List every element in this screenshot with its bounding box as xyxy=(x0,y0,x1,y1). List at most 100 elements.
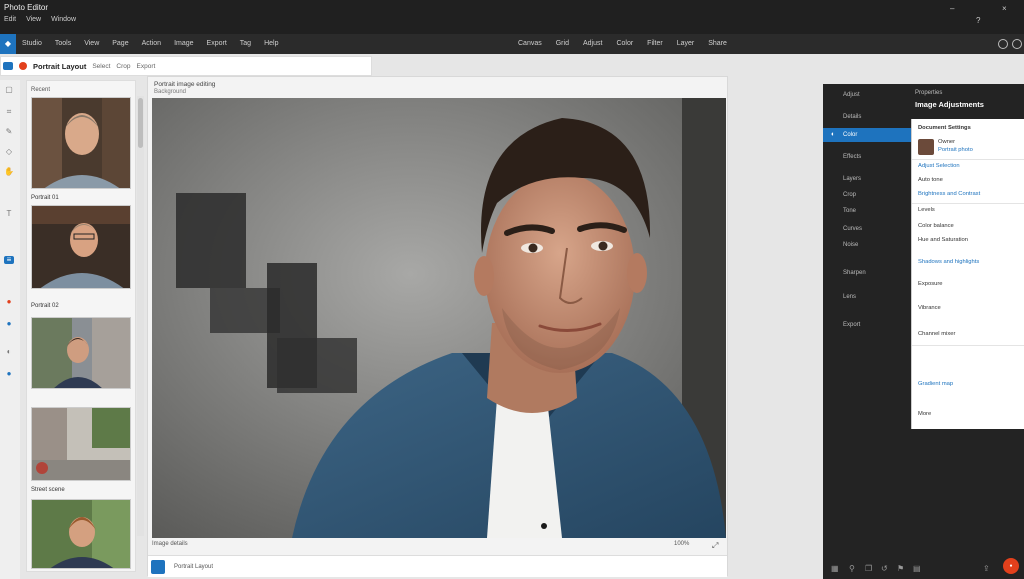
adjust-icon: ◐ xyxy=(831,131,836,138)
divider xyxy=(912,345,1024,346)
title-tab[interactable]: Edit xyxy=(4,16,16,23)
setting-link[interactable]: Gradient map xyxy=(918,381,953,387)
record-icon[interactable] xyxy=(19,62,27,70)
menu-item[interactable]: Image xyxy=(174,40,193,47)
nav-item[interactable]: Crop xyxy=(823,188,911,202)
info-icon[interactable]: ● xyxy=(4,320,14,328)
footer-text: Portrait Layout xyxy=(174,564,214,570)
title-tab[interactable]: View xyxy=(26,16,41,23)
setting-item[interactable]: Channel mixer xyxy=(918,331,955,337)
thumbnail-5[interactable] xyxy=(31,499,131,569)
menu-item[interactable]: Action xyxy=(142,40,161,47)
layer-thumb-icon[interactable] xyxy=(151,560,165,574)
owner-label: Owner xyxy=(938,139,956,145)
menu-item[interactable]: Help xyxy=(264,40,278,47)
pin-icon[interactable]: ⚲ xyxy=(849,564,855,573)
nav-item[interactable]: Export xyxy=(823,318,911,332)
minimize-icon[interactable]: – xyxy=(950,4,954,13)
menu-item[interactable]: Tag xyxy=(240,40,251,47)
menu-left: Studio Tools View Page Action Image Expo… xyxy=(22,40,278,47)
canvas-footer: Portrait Layout xyxy=(148,555,727,577)
hand-tool-icon[interactable]: ✋ xyxy=(4,168,14,176)
setting-item[interactable]: More xyxy=(918,411,931,417)
nav-item-active[interactable]: ◐ Color xyxy=(823,128,911,142)
share-icon[interactable]: ⇪ xyxy=(983,564,990,573)
setting-item[interactable]: Auto tone xyxy=(918,177,943,183)
toolbar-item[interactable]: Select xyxy=(92,63,110,70)
menu-item[interactable]: Layer xyxy=(677,40,695,47)
setting-link[interactable]: Brightness and Contrast xyxy=(918,191,980,197)
toggle-icon[interactable] xyxy=(3,62,13,70)
copy-icon[interactable]: ❐ xyxy=(865,564,872,573)
zoom-tool-icon[interactable]: ● xyxy=(4,370,14,378)
setting-item[interactable]: Hue and Saturation xyxy=(918,237,968,243)
setting-link[interactable]: Shadows and highlights xyxy=(918,259,979,265)
fit-icon[interactable]: ⤢ xyxy=(712,541,718,551)
menu-item[interactable]: Grid xyxy=(556,40,569,47)
thumbnail-label: Portrait 02 xyxy=(31,303,59,309)
help-icon[interactable]: ? xyxy=(976,16,980,25)
setting-item[interactable]: Exposure xyxy=(918,281,943,287)
nav-item[interactable]: Layers xyxy=(823,172,911,186)
select-tool-icon[interactable]: ▢ xyxy=(4,86,14,94)
menu-item[interactable]: Share xyxy=(708,40,727,47)
menu-item[interactable]: Canvas xyxy=(518,40,542,47)
app-logo-icon[interactable]: ◆ xyxy=(0,34,16,54)
panel-title: Image Adjustments xyxy=(915,100,984,109)
alert-icon[interactable]: ● xyxy=(4,298,14,306)
menu-item[interactable]: Color xyxy=(616,40,633,47)
menu-item[interactable]: Export xyxy=(207,40,227,47)
thumbnail-2[interactable] xyxy=(31,205,131,289)
toolbar-item[interactable]: Export xyxy=(137,63,156,70)
grid-icon[interactable]: ▦ xyxy=(831,564,839,573)
nav-item[interactable]: Sharpen xyxy=(823,266,911,280)
setting-item[interactable]: Color balance xyxy=(918,223,954,229)
menu-item[interactable]: Page xyxy=(112,40,128,47)
menu-item[interactable]: Filter xyxy=(647,40,663,47)
menu-item[interactable]: Adjust xyxy=(583,40,602,47)
owner-link[interactable]: Portrait photo xyxy=(938,147,973,153)
layers-tool-icon[interactable]: ≡ xyxy=(4,256,14,264)
eraser-tool-icon[interactable]: ◇ xyxy=(4,148,14,156)
toolbar-title: Portrait Layout xyxy=(33,61,87,71)
thumbnail-4[interactable] xyxy=(31,407,131,481)
flag-icon[interactable]: ⚑ xyxy=(897,564,904,573)
crop-tool-icon[interactable]: ⌗ xyxy=(4,108,14,116)
trash-icon[interactable]: ▤ xyxy=(913,564,921,573)
nav-item[interactable]: Lens xyxy=(823,290,911,304)
menu-item[interactable]: Studio xyxy=(22,40,42,47)
nav-item[interactable]: Details xyxy=(823,110,911,124)
menu-item[interactable]: View xyxy=(84,40,99,47)
nav-item[interactable]: Noise xyxy=(823,238,911,252)
account-icon[interactable] xyxy=(1012,39,1022,49)
main-photo[interactable] xyxy=(152,98,726,538)
nav-item[interactable]: Adjust xyxy=(823,88,911,102)
panel-header: Properties xyxy=(915,90,943,96)
nav-item[interactable]: Tone xyxy=(823,204,911,218)
setting-link[interactable]: Adjust Selection xyxy=(918,163,960,169)
brush-tool-icon[interactable]: ✎ xyxy=(4,128,14,136)
scroll-thumb[interactable] xyxy=(138,98,143,148)
close-icon[interactable]: × xyxy=(1002,4,1007,13)
settings-icon[interactable] xyxy=(998,39,1008,49)
zoom-level[interactable]: 100% xyxy=(674,541,689,547)
setting-item[interactable]: Vibrance xyxy=(918,305,941,311)
history-icon[interactable]: ↺ xyxy=(881,564,888,573)
thumbnail-1[interactable] xyxy=(31,97,131,189)
thumbnail-3[interactable] xyxy=(31,317,131,389)
status-text: Image details xyxy=(152,541,188,547)
thumbnail-scrollbar[interactable] xyxy=(137,96,144,536)
nav-item[interactable]: Curves xyxy=(823,222,911,236)
canvas-status: Image details 100% ⤢ xyxy=(152,541,726,553)
canvas-area: Portrait image editing Background Image … xyxy=(147,76,728,577)
divider xyxy=(912,159,1024,160)
text-tool-icon[interactable]: T xyxy=(4,210,14,218)
menu-bar: ◆ Studio Tools View Page Action Image Ex… xyxy=(0,34,1024,54)
color-tool-icon[interactable]: ◐ xyxy=(4,348,14,356)
title-tab[interactable]: Window xyxy=(51,16,76,23)
setting-item[interactable]: Levels xyxy=(918,207,935,213)
notification-badge[interactable]: ● xyxy=(1003,558,1019,574)
menu-item[interactable]: Tools xyxy=(55,40,71,47)
toolbar-item[interactable]: Crop xyxy=(116,63,130,70)
nav-item[interactable]: Effects xyxy=(823,150,911,164)
